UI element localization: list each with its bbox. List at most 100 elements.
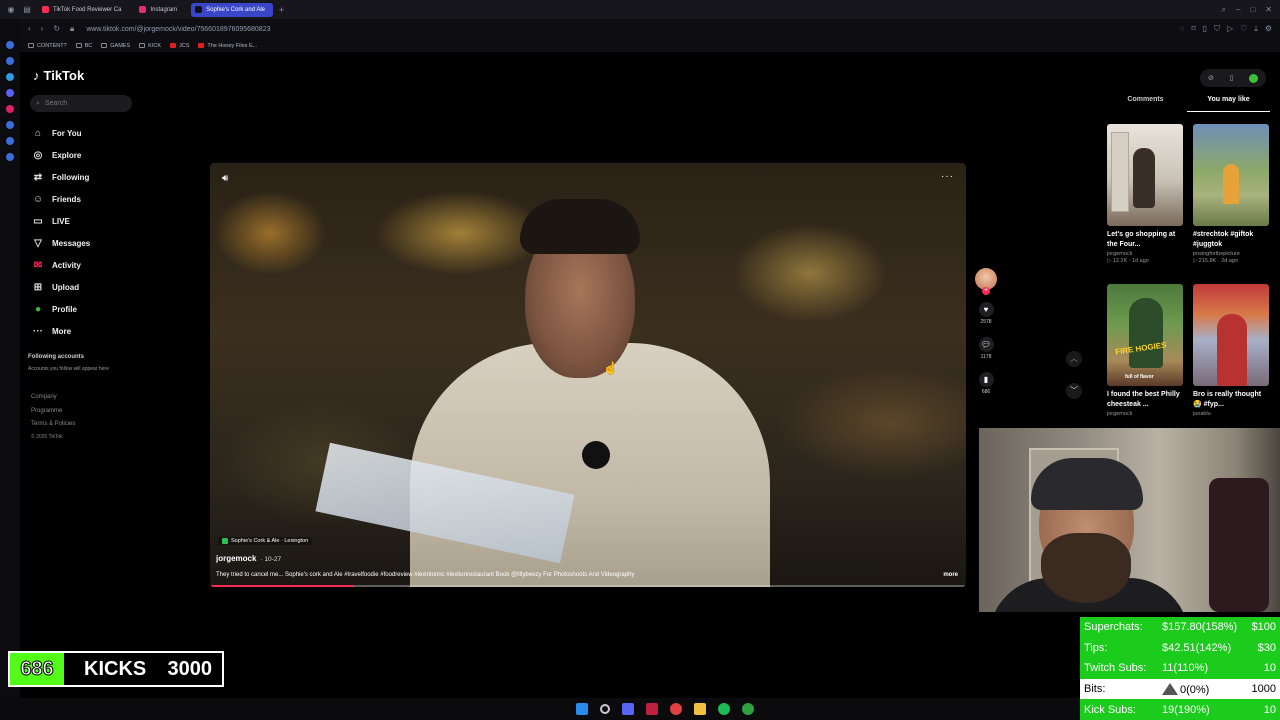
caption-more-button[interactable]: more [943, 572, 958, 578]
video-player[interactable]: 🔊︎ ··· ☝ Sophie's Cork & Ale · Lexington… [210, 163, 966, 587]
nav-item-live[interactable]: ▭ LIVE [32, 210, 142, 232]
minimize-icon[interactable]: – [1236, 5, 1240, 15]
nav-item-explore[interactable]: ◎ Explore [32, 144, 142, 166]
maximize-icon[interactable]: □ [1250, 5, 1255, 15]
follow-plus-icon[interactable]: + [982, 287, 990, 295]
chevron-down-icon[interactable]: ﹀ [1066, 383, 1082, 399]
save-count: 686 [981, 389, 991, 395]
goal-value: 11(110%) [1162, 662, 1209, 675]
browser-tab-sophies[interactable]: Sophie's Cork and Ale [191, 2, 274, 17]
recommended-card[interactable]: Bro is really thought 😭 #fyp... junablu [1193, 284, 1269, 417]
nav-item-upload[interactable]: ⊞ Upload [32, 276, 142, 298]
back-icon[interactable]: ‹ [28, 24, 31, 34]
volume-icon[interactable]: 🔊︎ [222, 173, 228, 184]
sidebar-app-icon[interactable] [6, 121, 14, 129]
nav-item-profile[interactable]: ● Profile [32, 298, 142, 320]
like-action[interactable]: ♥ 2578 [978, 302, 994, 325]
tab-overview-icon[interactable]: ▤ [22, 5, 32, 15]
footer-link-programme[interactable]: Programme [31, 405, 75, 419]
download-icon[interactable]: ⤓ [1254, 24, 1258, 34]
heart-icon[interactable]: ♡ [1240, 24, 1247, 34]
xbox-icon[interactable] [742, 703, 754, 715]
bookmark-folder[interactable]: KICK [139, 43, 161, 49]
chrome-icon[interactable] [670, 703, 682, 715]
save-action[interactable]: ▮ 686 [978, 372, 994, 395]
sidebar-app-icon[interactable] [6, 57, 14, 65]
webcam-person-beard [1041, 533, 1131, 603]
browser-tab-instagram[interactable]: Instagram [135, 3, 185, 17]
recommended-card[interactable]: Let's go shopping at the Four... jorgemo… [1107, 124, 1183, 264]
sidebar-app-icon[interactable] [6, 153, 14, 161]
forward-icon[interactable]: › [41, 24, 44, 34]
footer-links: Company Programme Terms & Policies © 202… [31, 391, 75, 442]
spotify-icon[interactable] [718, 703, 730, 715]
sidebar-app-icon[interactable] [6, 137, 14, 145]
browser-tab-bar: ◉ ▤ TikTok Food Reviewer Ca Instagram So… [0, 0, 1280, 19]
url-field[interactable]: www.tiktok.com/@jorgemock/video/75660189… [86, 26, 270, 33]
author-avatar[interactable]: + [975, 268, 997, 295]
heart-icon[interactable]: ♥ [978, 302, 994, 317]
nav-item-following[interactable]: ⇄ Following [32, 166, 142, 188]
sidebar-app-icon[interactable] [6, 89, 14, 97]
tab-comments[interactable]: Comments [1104, 96, 1187, 112]
tiktok-logo[interactable]: ♪ TikTok [33, 68, 84, 83]
lock-icon[interactable]: 🔒︎ [70, 24, 74, 34]
phone-icon[interactable]: ▯ [1230, 74, 1234, 82]
bookmark-folder[interactable]: GAMES [101, 43, 130, 49]
browser-icon[interactable] [646, 703, 658, 715]
bookmark-item[interactable]: The Honey Files E... [198, 43, 257, 49]
recommended-card[interactable]: #strechtok #giftok #juggtok posingforthe… [1193, 124, 1269, 264]
nav-item-messages[interactable]: ▽ Messages [32, 232, 142, 254]
extension-icon[interactable]: ▷ [1227, 24, 1233, 34]
location-tag[interactable]: Sophie's Cork & Ale · Lexington [218, 537, 313, 545]
following-accounts-heading: Following accounts [28, 354, 85, 360]
footer-link-company[interactable]: Company [31, 391, 75, 405]
footer-link-terms[interactable]: Terms & Policies [31, 418, 75, 432]
bookmark-icon[interactable]: ▮ [978, 372, 994, 387]
folder-icon [28, 43, 34, 48]
bookmark-item[interactable]: JCS [170, 43, 189, 49]
bookmark-label: GAMES [110, 42, 131, 49]
extension-icon[interactable]: ◌ [1180, 24, 1185, 34]
shield-icon[interactable]: ⛉ [1214, 24, 1220, 34]
location-pin-icon [222, 538, 228, 544]
goal-value: $42.51(142%) [1162, 641, 1232, 654]
chevron-up-icon[interactable]: ︿ [1066, 351, 1082, 367]
search-input[interactable]: ⌕ Search [30, 95, 132, 112]
browser-menu-icon[interactable]: ◉ [6, 5, 16, 15]
tab-you-may-like[interactable]: You may like [1187, 96, 1270, 112]
nav-item-for-you[interactable]: ⌂ For You [32, 122, 142, 144]
browser-tab-tiktok-reviewer[interactable]: TikTok Food Reviewer Ca [38, 3, 129, 17]
discord-icon[interactable] [622, 703, 634, 715]
search-icon[interactable] [600, 704, 610, 714]
comment-action[interactable]: 💬︎ 1178 [978, 337, 994, 360]
settings-icon[interactable]: ⚙ [1265, 24, 1272, 34]
bookmark-folder[interactable]: CONTENT? [28, 43, 67, 49]
folder-icon[interactable] [694, 703, 706, 715]
more-options-icon[interactable]: ··· [941, 171, 954, 182]
video-progress-fill [210, 585, 354, 587]
goal-row-twitch-subs: Twitch Subs: 11(110%) 10 [1080, 658, 1280, 679]
nav-label: LIVE [52, 216, 70, 226]
video-progress-bar[interactable] [210, 585, 966, 587]
sidebar-app-icon[interactable] [6, 105, 14, 113]
recommended-card[interactable]: FIRE HOGIES full of flavor I found the b… [1107, 284, 1183, 417]
start-menu-icon[interactable] [576, 703, 588, 715]
nav-item-friends[interactable]: ☺ Friends [32, 188, 142, 210]
search-placeholder: Search [44, 100, 68, 107]
extension-icon[interactable]: ▯ [1203, 24, 1207, 34]
close-icon[interactable]: ✕ [1265, 5, 1272, 15]
new-tab-icon[interactable]: + [279, 5, 284, 15]
user-avatar[interactable] [1249, 73, 1259, 83]
bookmark-folder[interactable]: BC [75, 43, 92, 49]
sidebar-app-icon[interactable] [6, 73, 14, 81]
video-author[interactable]: jorgemock · 10-27 [216, 554, 281, 563]
nav-item-more[interactable]: ··· More [32, 320, 142, 342]
reload-icon[interactable]: ↻ [53, 24, 60, 34]
nav-item-activity[interactable]: ✉ Activity [32, 254, 142, 276]
extension-icon[interactable]: ⌑ [1191, 24, 1195, 34]
sidebar-app-icon[interactable] [6, 41, 14, 49]
search-tabs-icon[interactable]: ⌕ [1222, 5, 1226, 15]
desktop-icon[interactable]: ⊘ [1208, 74, 1214, 82]
comment-icon[interactable]: 💬︎ [978, 337, 994, 352]
